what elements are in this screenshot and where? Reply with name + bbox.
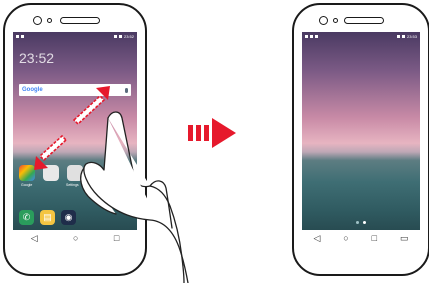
- home-button[interactable]: ○: [343, 230, 348, 246]
- status-bar: 23:52: [13, 32, 137, 41]
- recents-button[interactable]: □: [372, 230, 377, 246]
- page-indicator: [356, 221, 366, 224]
- app-icon[interactable]: [43, 165, 59, 181]
- back-button[interactable]: ◁: [31, 230, 38, 246]
- google-search-bar[interactable]: Google: [19, 84, 131, 96]
- home-button[interactable]: ○: [73, 230, 78, 246]
- recents-button[interactable]: □: [114, 230, 119, 246]
- mic-icon[interactable]: [125, 87, 128, 93]
- phone-after: 23:53 ◁ ○ □ ▭: [292, 3, 429, 276]
- sensor: [333, 18, 338, 23]
- front-camera: [33, 16, 42, 25]
- empty-wallpaper-screen: 23:53 ◁ ○ □ ▭: [302, 32, 420, 246]
- page-dot: [356, 221, 359, 224]
- navigation-bar: ◁ ○ □ ▭: [302, 230, 420, 246]
- status-time: 23:52: [123, 34, 134, 39]
- dock: ✆ ▤ ◉: [19, 210, 76, 225]
- earpiece-speaker: [344, 17, 384, 24]
- home-screen: 23:52 23:52 Google Google Settings ✆ ▤ ◉…: [13, 32, 137, 246]
- camera-icon[interactable]: ◉: [61, 210, 76, 225]
- page-dot-active: [363, 221, 366, 224]
- settings-icon[interactable]: [67, 165, 83, 181]
- transition-arrow-icon: [188, 118, 236, 148]
- status-time: 23:53: [406, 34, 417, 39]
- google-logo: Google: [22, 87, 43, 93]
- sensor: [47, 18, 52, 23]
- notification-button[interactable]: ▭: [400, 230, 409, 246]
- back-button[interactable]: ◁: [313, 230, 320, 246]
- status-bar: 23:53: [302, 32, 420, 41]
- google-folder-icon[interactable]: [19, 165, 35, 181]
- clock-widget: 23:52: [19, 50, 55, 66]
- earpiece-speaker: [60, 17, 100, 24]
- navigation-bar: ◁ ○ □: [13, 230, 137, 246]
- messages-icon[interactable]: ▤: [40, 210, 55, 225]
- phone-icon[interactable]: ✆: [19, 210, 34, 225]
- phone-before: 23:52 23:52 Google Google Settings ✆ ▤ ◉…: [3, 3, 147, 276]
- app-label: Settings: [66, 183, 79, 187]
- front-camera: [319, 16, 328, 25]
- app-row: [19, 165, 83, 181]
- app-label: Google: [21, 183, 33, 187]
